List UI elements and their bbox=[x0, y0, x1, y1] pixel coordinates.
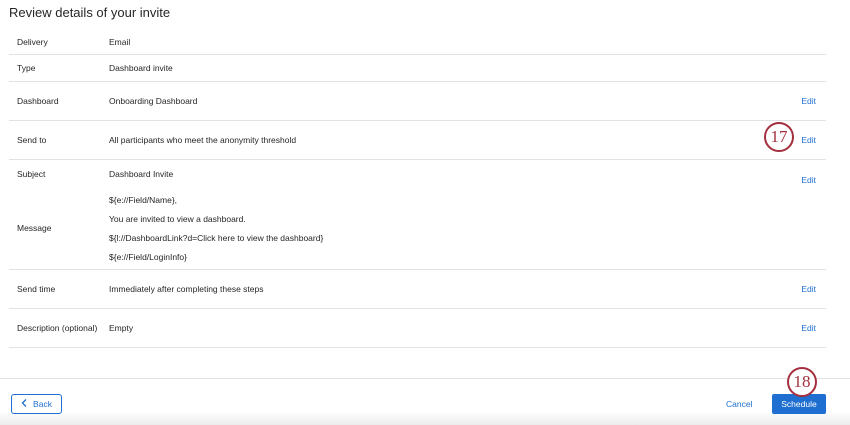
row-value: Dashboard invite bbox=[109, 63, 173, 73]
row-description: Description (optional) Empty Edit bbox=[9, 309, 826, 348]
page-title: Review details of your invite bbox=[9, 5, 171, 20]
row-value: Email bbox=[109, 37, 131, 47]
back-button[interactable]: Back bbox=[11, 394, 62, 414]
edit-send-time-link[interactable]: Edit bbox=[801, 284, 816, 294]
row-label: Description (optional) bbox=[17, 323, 98, 333]
back-button-label: Back bbox=[33, 399, 52, 409]
footer-shadow bbox=[0, 411, 850, 425]
row-label: Dashboard bbox=[17, 96, 59, 106]
row-delivery: Delivery Email bbox=[9, 29, 826, 55]
row-label: Send time bbox=[17, 284, 56, 294]
row-value: Dashboard Invite bbox=[109, 169, 174, 179]
message-line: You are invited to view a dashboard. bbox=[109, 214, 246, 224]
row-label: Type bbox=[17, 63, 36, 73]
row-send-to: Send to All participants who meet the an… bbox=[9, 121, 826, 160]
row-value: Empty bbox=[109, 323, 134, 333]
message-line: ${e://Field/LoginInfo} bbox=[109, 252, 187, 262]
row-value: Onboarding Dashboard bbox=[109, 96, 198, 106]
row-value: Immediately after completing these steps bbox=[109, 284, 264, 294]
row-label: Delivery bbox=[17, 37, 48, 47]
message-label: Message bbox=[17, 223, 52, 233]
edit-dashboard-link[interactable]: Edit bbox=[801, 96, 816, 106]
edit-description-link[interactable]: Edit bbox=[801, 323, 816, 333]
footer-divider bbox=[0, 378, 850, 379]
edit-send-to-link[interactable]: Edit bbox=[801, 135, 816, 145]
row-label: Send to bbox=[17, 135, 47, 145]
schedule-button[interactable]: Schedule bbox=[772, 394, 826, 414]
row-value: All participants who meet the anonymity … bbox=[109, 135, 297, 145]
step-callout-17: 17 bbox=[764, 122, 794, 152]
chevron-left-icon bbox=[21, 399, 27, 409]
invite-details: Delivery Email Type Dashboard invite Das… bbox=[9, 29, 826, 348]
cancel-link[interactable]: Cancel bbox=[726, 399, 752, 409]
step-callout-18: 18 bbox=[787, 367, 817, 397]
row-send-time: Send time Immediately after completing t… bbox=[9, 270, 826, 309]
edit-subject-link[interactable]: Edit bbox=[801, 175, 816, 185]
row-dashboard: Dashboard Onboarding Dashboard Edit bbox=[9, 82, 826, 121]
row-label: Subject bbox=[17, 169, 46, 179]
row-type: Type Dashboard invite bbox=[9, 55, 826, 82]
message-line: ${e://Field/Name}, bbox=[109, 195, 178, 205]
message-line: ${l://DashboardLink?d=Click here to view… bbox=[109, 233, 324, 243]
row-subject-message: Subject Dashboard Invite Edit Message ${… bbox=[9, 160, 826, 270]
